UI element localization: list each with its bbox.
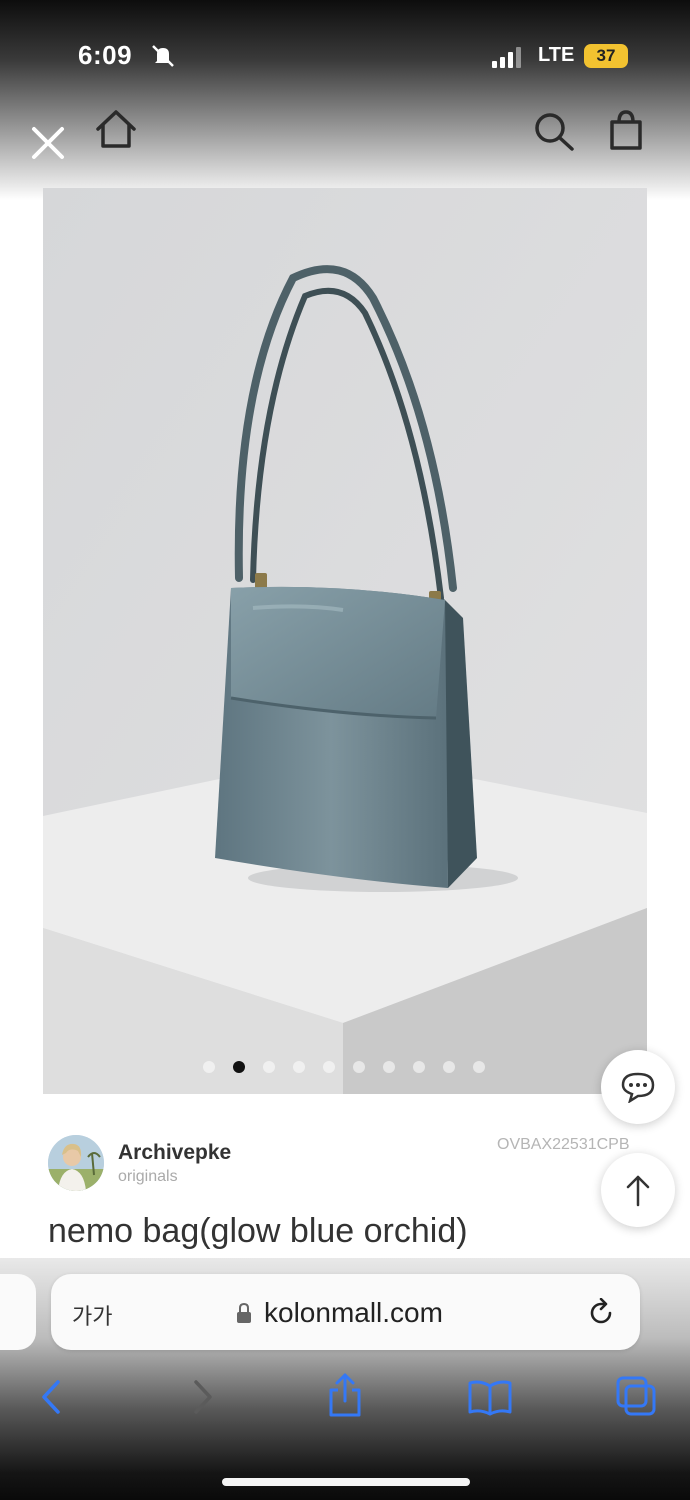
- cellular-signal-icon: [492, 47, 521, 68]
- brand-avatar[interactable]: [48, 1135, 104, 1191]
- gallery-dot[interactable]: [413, 1061, 425, 1073]
- back-icon[interactable]: [38, 1378, 66, 1416]
- forward-icon[interactable]: [188, 1378, 216, 1416]
- gallery-dot[interactable]: [263, 1061, 275, 1073]
- home-indicator[interactable]: [222, 1478, 470, 1486]
- gallery-pagination[interactable]: [203, 1061, 503, 1075]
- product-image[interactable]: [43, 188, 647, 1094]
- product-title: nemo bag(glow blue orchid): [48, 1212, 468, 1250]
- gallery-dot[interactable]: [353, 1061, 365, 1073]
- battery-level: 37: [596, 46, 616, 65]
- gallery-dot[interactable]: [293, 1061, 305, 1073]
- home-icon[interactable]: [94, 108, 138, 150]
- network-type: LTE: [538, 44, 575, 66]
- scroll-to-top-button[interactable]: [601, 1153, 675, 1227]
- share-icon[interactable]: [326, 1372, 364, 1418]
- tabs-icon[interactable]: [614, 1374, 658, 1418]
- close-icon[interactable]: [30, 125, 66, 161]
- gallery-dot[interactable]: [383, 1061, 395, 1073]
- gallery-dot[interactable]: [323, 1061, 335, 1073]
- product-code: OVBAX22531CPB: [497, 1136, 630, 1153]
- status-time: 6:09: [78, 40, 133, 70]
- previous-tab-preview[interactable]: [0, 1274, 36, 1350]
- bookmarks-icon[interactable]: [466, 1378, 514, 1416]
- text-size-button[interactable]: 가가: [72, 1299, 112, 1331]
- battery-indicator: 37: [584, 44, 628, 68]
- brand-name[interactable]: Archivepke: [118, 1141, 231, 1165]
- lock-icon: [237, 1302, 251, 1323]
- url-text[interactable]: kolonmall.com: [264, 1297, 443, 1329]
- gallery-dot[interactable]: [233, 1061, 245, 1073]
- arrow-up-icon: [626, 1175, 650, 1207]
- top-header: [0, 0, 690, 200]
- gallery-dot[interactable]: [473, 1061, 485, 1073]
- shopping-bag-icon[interactable]: [606, 108, 646, 152]
- brand-subtitle: originals: [118, 1168, 178, 1185]
- reload-icon[interactable]: [586, 1298, 616, 1328]
- gallery-dot[interactable]: [443, 1061, 455, 1073]
- gallery-dot[interactable]: [203, 1061, 215, 1073]
- chat-button[interactable]: [601, 1050, 675, 1124]
- silent-bell-icon: [152, 45, 174, 67]
- search-icon[interactable]: [532, 110, 576, 152]
- chat-bubble-icon: [621, 1072, 655, 1103]
